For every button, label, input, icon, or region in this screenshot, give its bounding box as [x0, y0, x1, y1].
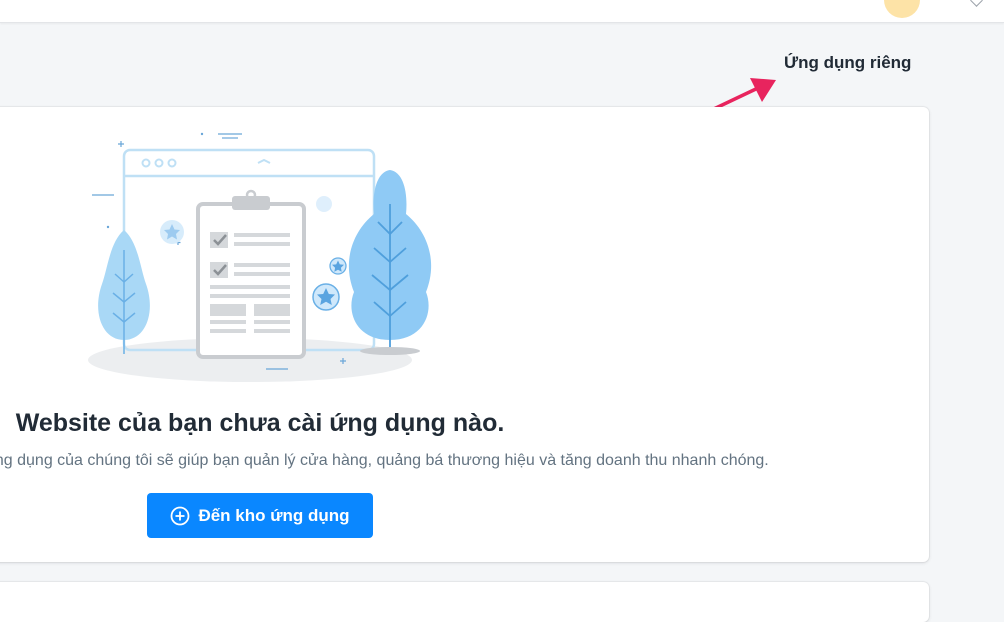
- top-bar: [0, 0, 1004, 23]
- secondary-card: [0, 582, 929, 622]
- plus-circle-icon: [171, 506, 190, 525]
- empty-state-description: Các ứng dụng của chúng tôi sẽ giúp bạn q…: [0, 452, 769, 469]
- private-apps-link[interactable]: Ứng dụng riêng: [784, 53, 911, 73]
- empty-state-title: Website của bạn chưa cài ứng dụng nào.: [15, 409, 505, 437]
- go-to-app-store-label: Đến kho ứng dụng: [198, 505, 350, 525]
- user-avatar[interactable]: [884, 0, 920, 18]
- chevron-down-icon[interactable]: [970, 0, 983, 7]
- go-to-app-store-button[interactable]: Đến kho ứng dụng: [147, 493, 373, 538]
- clipboard-checklist-illustration: [88, 132, 432, 382]
